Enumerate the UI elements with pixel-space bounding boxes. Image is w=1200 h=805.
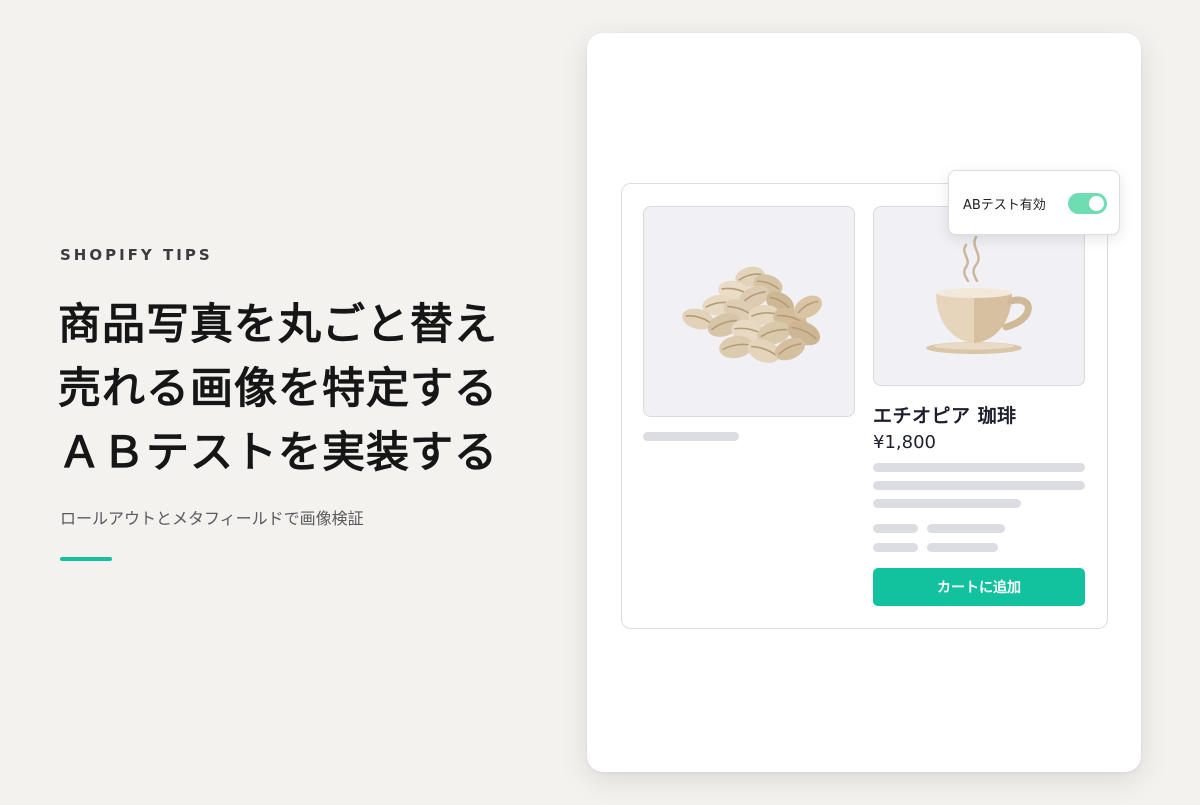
ab-test-popover: ABテスト有効 [948, 170, 1120, 235]
headline-line-3: ＡＢテストを実装する [58, 428, 498, 478]
toggle-knob [1089, 196, 1104, 211]
ab-test-toggle[interactable] [1068, 193, 1107, 214]
product-price: ¥1,800 [873, 432, 936, 453]
add-to-cart-button[interactable]: カートに追加 [873, 568, 1085, 606]
variant-a-image-card[interactable] [643, 206, 855, 417]
option-label-2 [873, 543, 918, 552]
headline-line-2: 売れる画像を特定する [58, 364, 498, 414]
product-title: エチオピア 珈琲 [873, 405, 1017, 427]
ab-test-label: ABテスト有効 [963, 198, 1046, 213]
headline-line-1: 商品写真を丸ごと替え [58, 300, 498, 350]
description-line-1 [873, 463, 1085, 472]
option-value-1 [927, 524, 1005, 533]
headline: 商品写真を丸ごと替え 売れる画像を特定する ＡＢテストを実装する [58, 293, 558, 485]
accent-divider [60, 557, 112, 561]
option-value-2 [927, 543, 998, 552]
description-line-3 [873, 499, 1021, 508]
option-label-1 [873, 524, 918, 533]
eyebrow-label: SHOPIFY TIPS [60, 246, 213, 264]
coffee-beans-icon [682, 266, 822, 363]
subtitle: ロールアウトとメタフィールドで画像検証 [60, 509, 364, 528]
variant-a-title-placeholder [643, 432, 739, 441]
description-line-2 [873, 481, 1085, 490]
